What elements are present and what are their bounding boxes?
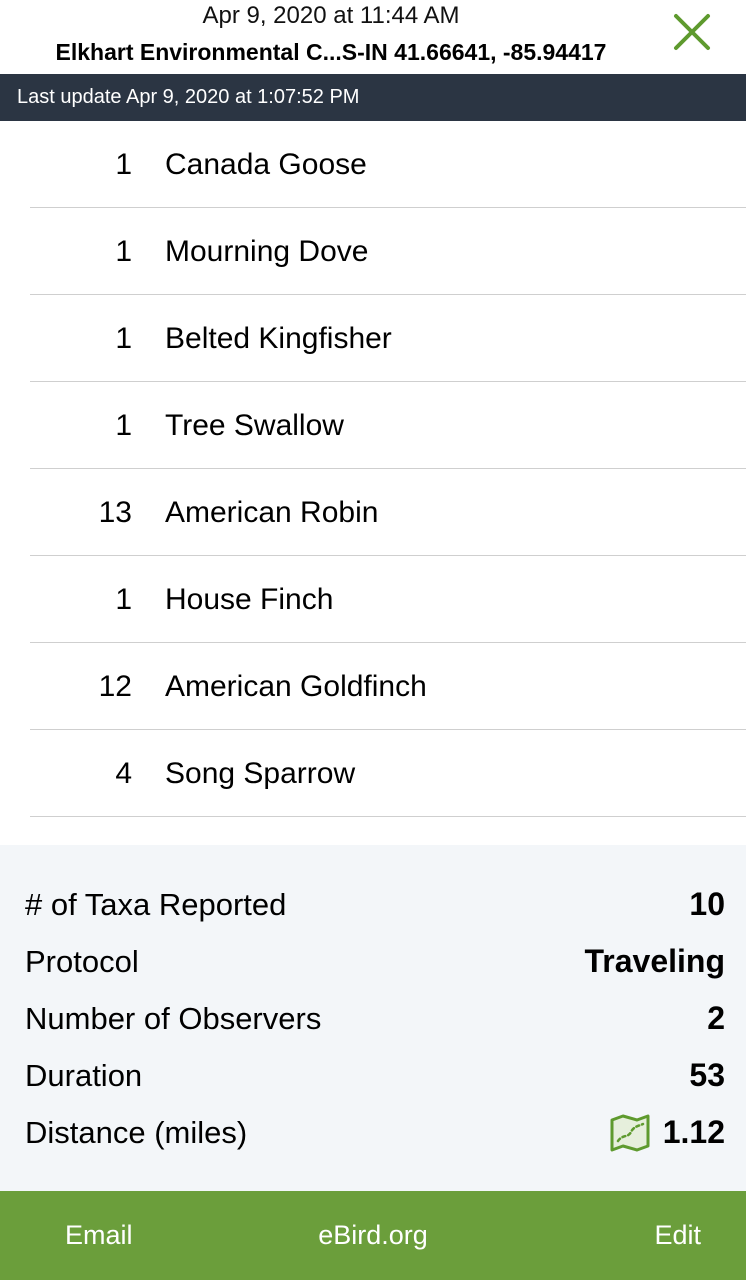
- summary-row-distance: Distance (miles) 1.12: [0, 1104, 746, 1161]
- species-name: Mourning Dove: [165, 235, 369, 268]
- ebird-link-button[interactable]: eBird.org: [318, 1220, 428, 1250]
- last-update-text: Last update Apr 9, 2020 at 1:07:52 PM: [17, 86, 360, 108]
- summary-row-observers: Number of Observers 2: [0, 990, 746, 1047]
- last-update-bar: Last update Apr 9, 2020 at 1:07:52 PM: [0, 74, 746, 121]
- species-row[interactable]: 1 Tree Swallow: [0, 382, 746, 469]
- species-row[interactable]: 12 American Goldfinch: [0, 643, 746, 730]
- checklist-header: Apr 9, 2020 at 11:44 AM Elkhart Environm…: [0, 0, 746, 74]
- species-count: 1: [115, 583, 132, 616]
- taxa-value: 10: [689, 886, 725, 922]
- distance-label: Distance (miles): [25, 1115, 248, 1150]
- species-row[interactable]: 4 Song Sparrow: [0, 730, 746, 817]
- protocol-label: Protocol: [25, 944, 139, 979]
- close-x-icon: [674, 14, 710, 50]
- email-button[interactable]: Email: [65, 1191, 133, 1280]
- summary-row-duration: Duration 53: [0, 1047, 746, 1104]
- species-name: Tree Swallow: [165, 409, 344, 442]
- close-button[interactable]: [672, 12, 712, 52]
- species-name: American Robin: [165, 496, 379, 529]
- summary-row-protocol: Protocol Traveling: [0, 933, 746, 990]
- species-count: 12: [98, 670, 132, 703]
- duration-value: 53: [689, 1057, 725, 1093]
- species-count: 1: [115, 235, 132, 268]
- duration-label: Duration: [25, 1058, 143, 1093]
- observers-value: 2: [707, 1000, 725, 1036]
- species-count: 13: [98, 496, 132, 529]
- species-row[interactable]: 1 Belted Kingfisher: [0, 295, 746, 382]
- species-row[interactable]: 1 Mourning Dove: [0, 208, 746, 295]
- species-count: 1: [115, 148, 132, 181]
- checklist-date: Apr 9, 2020 at 11:44 AM: [202, 2, 460, 29]
- species-count: 4: [115, 757, 132, 790]
- summary-row-taxa: # of Taxa Reported 10: [0, 876, 746, 933]
- species-row[interactable]: 1 House Finch: [0, 556, 746, 643]
- map-track-icon[interactable]: [609, 1112, 651, 1154]
- species-row[interactable]: 13 American Robin: [0, 469, 746, 556]
- bottom-toolbar: Email eBird.org Edit: [0, 1191, 746, 1280]
- observers-label: Number of Observers: [25, 1001, 322, 1036]
- checklist-summary: # of Taxa Reported 10 Protocol Traveling…: [0, 845, 746, 1191]
- species-list: 1 Canada Goose 1 Mourning Dove 1 Belted …: [0, 121, 746, 817]
- checklist-location: Elkhart Environmental C...S-IN 41.66641,…: [55, 39, 607, 65]
- edit-button[interactable]: Edit: [654, 1191, 701, 1280]
- species-count: 1: [115, 409, 132, 442]
- species-row[interactable]: 1 Canada Goose: [0, 121, 746, 208]
- species-name: House Finch: [165, 583, 334, 616]
- taxa-label: # of Taxa Reported: [25, 887, 287, 922]
- species-name: American Goldfinch: [165, 670, 427, 703]
- species-name: Canada Goose: [165, 148, 367, 181]
- distance-value: 1.12: [662, 1114, 725, 1150]
- species-name: Song Sparrow: [165, 757, 356, 790]
- protocol-value: Traveling: [584, 943, 726, 979]
- species-count: 1: [115, 322, 132, 355]
- species-name: Belted Kingfisher: [165, 322, 392, 355]
